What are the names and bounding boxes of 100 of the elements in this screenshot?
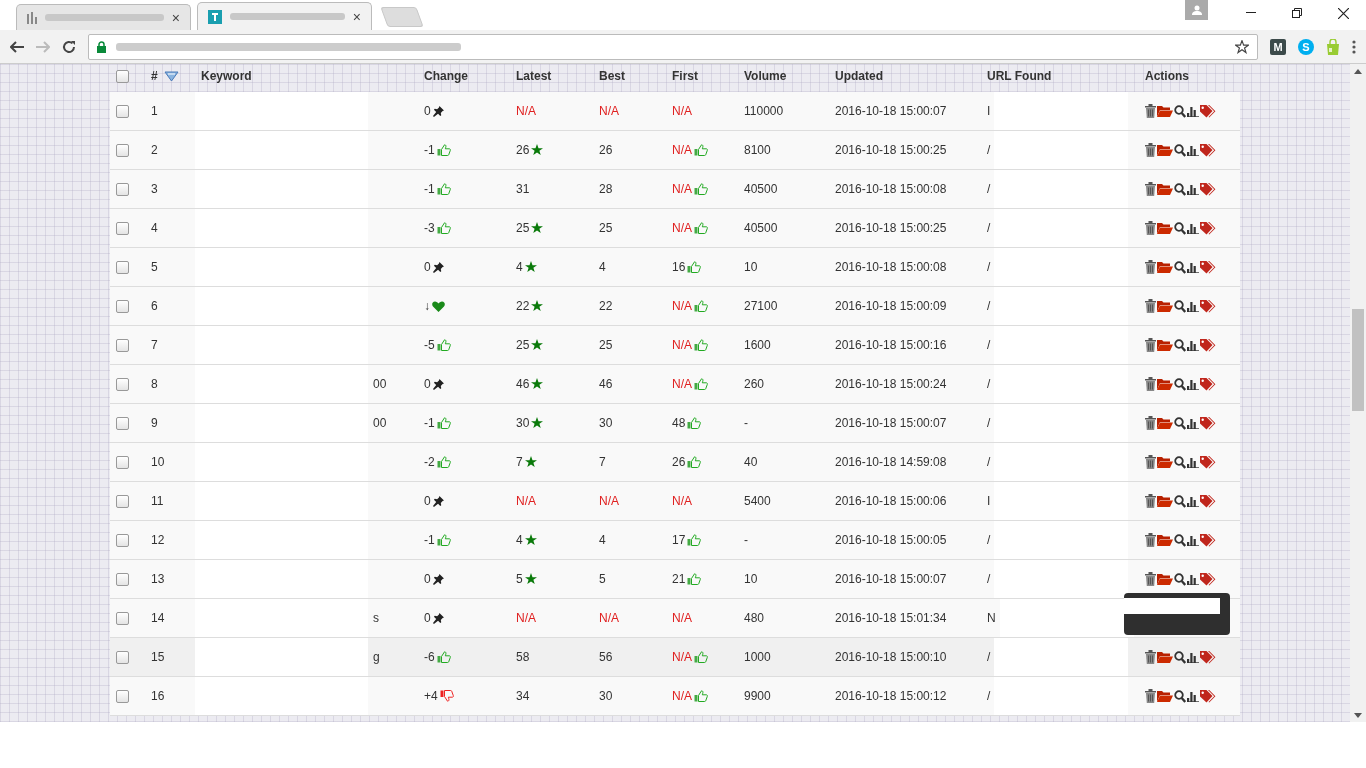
search-icon[interactable] (1174, 143, 1186, 157)
trash-icon[interactable] (1145, 221, 1156, 235)
scrollbar-thumb[interactable] (1352, 309, 1364, 411)
tags-icon[interactable] (1200, 299, 1217, 313)
bar-chart-icon[interactable] (1187, 456, 1199, 468)
row-checkbox[interactable] (116, 182, 129, 196)
search-icon[interactable] (1174, 221, 1186, 235)
column-header[interactable]: # (151, 69, 158, 83)
folder-icon[interactable] (1157, 300, 1173, 312)
trash-icon[interactable] (1145, 143, 1156, 157)
folder-icon[interactable] (1157, 183, 1173, 195)
trash-icon[interactable] (1145, 104, 1156, 118)
row-checkbox[interactable] (116, 221, 129, 235)
tags-icon[interactable] (1200, 143, 1217, 157)
trash-icon[interactable] (1145, 416, 1156, 430)
bar-chart-icon[interactable] (1187, 573, 1199, 585)
folder-icon[interactable] (1157, 534, 1173, 546)
bar-chart-icon[interactable] (1187, 300, 1199, 312)
search-icon[interactable] (1174, 572, 1186, 586)
folder-icon[interactable] (1157, 378, 1173, 390)
row-checkbox[interactable] (116, 611, 129, 625)
back-icon[interactable] (10, 41, 24, 53)
folder-icon[interactable] (1157, 105, 1173, 117)
tags-icon[interactable] (1200, 338, 1217, 352)
bar-chart-icon[interactable] (1187, 651, 1199, 663)
row-checkbox[interactable] (116, 338, 129, 352)
bar-chart-icon[interactable] (1187, 105, 1199, 117)
trash-icon[interactable] (1145, 494, 1156, 508)
trash-icon[interactable] (1145, 533, 1156, 547)
bar-chart-icon[interactable] (1187, 144, 1199, 156)
folder-icon[interactable] (1157, 222, 1173, 234)
folder-icon[interactable] (1157, 261, 1173, 273)
tab-close-button[interactable]: × (352, 8, 361, 25)
trash-icon[interactable] (1145, 689, 1156, 703)
bar-chart-icon[interactable] (1187, 417, 1199, 429)
row-checkbox[interactable] (116, 689, 129, 703)
tags-icon[interactable] (1200, 221, 1217, 235)
tags-icon[interactable] (1200, 260, 1217, 274)
bar-chart-icon[interactable] (1187, 183, 1199, 195)
search-icon[interactable] (1174, 182, 1186, 196)
tags-icon[interactable] (1200, 182, 1217, 196)
trash-icon[interactable] (1145, 572, 1156, 586)
sort-arrow-icon[interactable] (163, 70, 179, 82)
minimize-icon[interactable] (1246, 12, 1256, 14)
row-checkbox[interactable] (116, 104, 129, 118)
trash-icon[interactable] (1145, 650, 1156, 664)
tags-icon[interactable] (1200, 104, 1217, 118)
search-icon[interactable] (1174, 299, 1186, 313)
search-icon[interactable] (1174, 494, 1186, 508)
tags-icon[interactable] (1200, 689, 1217, 703)
bar-chart-icon[interactable] (1187, 690, 1199, 702)
search-icon[interactable] (1174, 455, 1186, 469)
scroll-down-icon[interactable] (1354, 712, 1362, 718)
folder-icon[interactable] (1157, 573, 1173, 585)
bar-chart-icon[interactable] (1187, 339, 1199, 351)
row-checkbox[interactable] (116, 455, 129, 469)
trash-icon[interactable] (1145, 299, 1156, 313)
search-icon[interactable] (1174, 104, 1186, 118)
close-icon[interactable] (1337, 7, 1349, 19)
trash-icon[interactable] (1145, 338, 1156, 352)
search-icon[interactable] (1174, 260, 1186, 274)
search-icon[interactable] (1174, 533, 1186, 547)
row-checkbox[interactable] (116, 650, 129, 664)
row-checkbox[interactable] (116, 377, 129, 391)
tab-close-button[interactable]: × (171, 9, 180, 26)
trash-icon[interactable] (1145, 377, 1156, 391)
select-all-checkbox[interactable] (116, 69, 129, 83)
tags-icon[interactable] (1200, 455, 1217, 469)
trash-icon[interactable] (1145, 260, 1156, 274)
trash-icon[interactable] (1145, 455, 1156, 469)
search-icon[interactable] (1174, 416, 1186, 430)
folder-icon[interactable] (1157, 417, 1173, 429)
browser-tab[interactable]: × (197, 2, 372, 30)
folder-icon[interactable] (1157, 339, 1173, 351)
tags-icon[interactable] (1200, 650, 1217, 664)
row-checkbox[interactable] (116, 299, 129, 313)
scroll-up-icon[interactable] (1354, 68, 1362, 74)
search-icon[interactable] (1174, 377, 1186, 391)
trash-icon[interactable] (1145, 182, 1156, 196)
folder-icon[interactable] (1157, 495, 1173, 507)
row-checkbox[interactable] (116, 533, 129, 547)
extension-icon[interactable]: M (1270, 39, 1286, 55)
row-checkbox[interactable] (116, 416, 129, 430)
bar-chart-icon[interactable] (1187, 261, 1199, 273)
browser-tab[interactable]: × (16, 4, 191, 30)
search-icon[interactable] (1174, 689, 1186, 703)
search-icon[interactable] (1174, 338, 1186, 352)
tags-icon[interactable] (1200, 533, 1217, 547)
folder-icon[interactable] (1157, 144, 1173, 156)
row-checkbox[interactable] (116, 572, 129, 586)
tags-icon[interactable] (1200, 572, 1217, 586)
folder-icon[interactable] (1157, 651, 1173, 663)
bar-chart-icon[interactable] (1187, 222, 1199, 234)
row-checkbox[interactable] (116, 143, 129, 157)
row-checkbox[interactable] (116, 494, 129, 508)
star-outline-icon[interactable] (1235, 40, 1249, 54)
bar-chart-icon[interactable] (1187, 378, 1199, 390)
bar-chart-icon[interactable] (1187, 495, 1199, 507)
bar-chart-icon[interactable] (1187, 534, 1199, 546)
scrollbar[interactable] (1350, 64, 1366, 722)
